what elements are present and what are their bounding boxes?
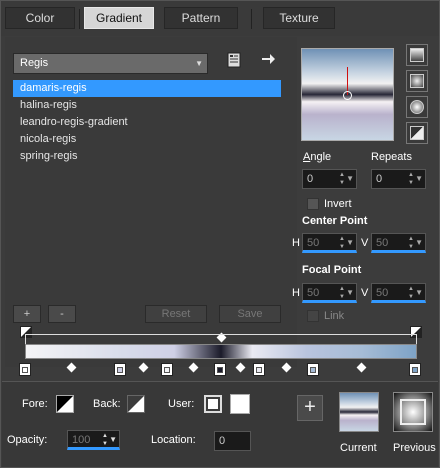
tab-separator [79,9,80,29]
chevron-down-icon[interactable]: ▼ [346,170,354,188]
previous-label: Previous [393,442,436,454]
gradient-list: damaris-regis halina-regis leandro-regis… [13,80,281,300]
center-point-label: Center Point [302,215,368,227]
focal-point-label: Focal Point [302,264,362,276]
center-h-label: H [292,237,300,249]
location-input[interactable]: 0 [214,431,251,451]
tab-gradient[interactable]: Gradient [84,7,154,29]
chevron-down-icon[interactable]: ▼ [346,284,354,302]
tab-bar: Color Gradient Pattern Texture [1,1,439,36]
color-stop[interactable] [214,363,226,376]
color-stop[interactable] [19,363,31,376]
color-stop[interactable] [307,363,319,376]
list-item[interactable]: leandro-regis-gradient [13,114,281,131]
user-label: User: [168,398,195,410]
tab-pattern[interactable]: Pattern [164,7,238,29]
new-gradient-icon[interactable] [223,52,245,72]
angle-label: Angle [303,151,332,163]
chevron-down-icon[interactable]: ▼ [415,170,423,188]
previous-gradient-thumb[interactable] [393,392,433,432]
list-item[interactable]: halina-regis [13,97,281,114]
center-v-input[interactable]: 50 ▲ ▼ ▼ [371,233,426,253]
add-gradient-button[interactable]: + [13,305,41,323]
focal-h-input[interactable]: 50 ▲ ▼ ▼ [302,283,357,303]
location-label: Location: [151,434,196,446]
opacity-label: Opacity: [7,434,48,446]
center-v-value: 50 [376,237,389,249]
gradient-category-dropdown[interactable]: Regis ▼ [13,53,208,74]
current-label: Current [340,442,377,454]
center-h-value: 50 [307,237,320,249]
focal-h-label: H [292,287,300,299]
spinner-arrows-icon[interactable]: ▲ ▼ [408,285,414,301]
current-gradient-thumb[interactable] [339,392,379,432]
gradient-dialog: Color Gradient Pattern Texture Regis ▼ d… [0,0,440,468]
focal-v-value: 50 [376,287,389,299]
back-label: Back: [93,398,121,410]
focal-h-value: 50 [307,287,320,299]
location-value: 0 [219,435,226,447]
save-button[interactable]: Save [219,305,281,323]
remove-gradient-button[interactable]: - [48,305,76,323]
repeats-label: Repeats [371,151,412,163]
color-midpoint-marker[interactable] [356,362,367,373]
export-arrow-icon[interactable] [257,51,279,71]
color-stop[interactable] [114,363,126,376]
list-item[interactable]: damaris-regis [13,80,281,97]
tab-color[interactable]: Color [5,7,75,29]
invert-checkbox[interactable] [307,198,319,210]
spinner-arrows-icon[interactable]: ▲ ▼ [408,235,414,251]
link-label: Link [324,310,345,322]
chevron-down-icon[interactable]: ▼ [346,234,354,252]
user-color-swatch[interactable] [204,395,222,413]
fore-color-swatch[interactable] [56,395,74,413]
chevron-down-icon[interactable]: ▼ [415,284,423,302]
tab-separator [251,9,252,29]
chevron-down-icon: ▼ [195,59,203,68]
invert-label: Invert [324,198,352,210]
user-color-sample[interactable] [230,394,250,414]
repeats-value: 0 [376,173,383,185]
center-point-handle[interactable] [343,91,352,100]
angle-value: 0 [307,173,314,185]
gradient-preview[interactable] [301,48,394,141]
fore-label: Fore: [22,398,48,410]
gradient-category-value: Regis [20,57,49,69]
angle-input[interactable]: 0 ▲ ▼ ▼ [302,169,357,189]
chevron-down-icon[interactable]: ▼ [415,234,423,252]
sunburst-style-icon[interactable] [406,96,428,118]
focal-v-input[interactable]: 50 ▲ ▼ ▼ [371,283,426,303]
linear-style-icon[interactable] [406,44,428,66]
color-stop[interactable] [409,363,421,376]
spinner-arrows-icon[interactable]: ▲ ▼ [408,171,414,187]
opacity-range-bracket [25,334,417,344]
list-item[interactable]: nicola-regis [13,131,281,148]
spinner-arrows-icon[interactable]: ▲ ▼ [339,285,345,301]
reset-button[interactable]: Reset [145,305,207,323]
opacity-input[interactable]: 100 ▲ ▼ ▼ [67,430,120,450]
center-h-input[interactable]: 50 ▲ ▼ ▼ [302,233,357,253]
link-checkbox[interactable] [307,310,319,322]
color-stop[interactable] [161,363,173,376]
back-color-swatch[interactable] [127,395,145,413]
focal-v-label: V [361,287,369,299]
add-to-library-button[interactable]: + [297,395,323,421]
angle-label-text: ngle [310,151,332,163]
list-item[interactable]: spring-regis [13,148,281,165]
gradient-bar[interactable] [25,344,417,359]
center-v-label: V [361,237,369,249]
spinner-arrows-icon[interactable]: ▲ ▼ [339,171,345,187]
spinner-arrows-icon[interactable]: ▲ ▼ [102,432,108,448]
repeats-label-text: Repeats [371,151,412,163]
spinner-arrows-icon[interactable]: ▲ ▼ [339,235,345,251]
color-stop[interactable] [253,363,265,376]
radial-style-icon[interactable] [406,122,428,144]
rectangular-style-icon[interactable] [406,70,428,92]
opacity-value: 100 [72,434,91,446]
chevron-down-icon[interactable]: ▼ [109,431,117,449]
repeats-input[interactable]: 0 ▲ ▼ ▼ [371,169,426,189]
tab-texture[interactable]: Texture [263,7,335,29]
